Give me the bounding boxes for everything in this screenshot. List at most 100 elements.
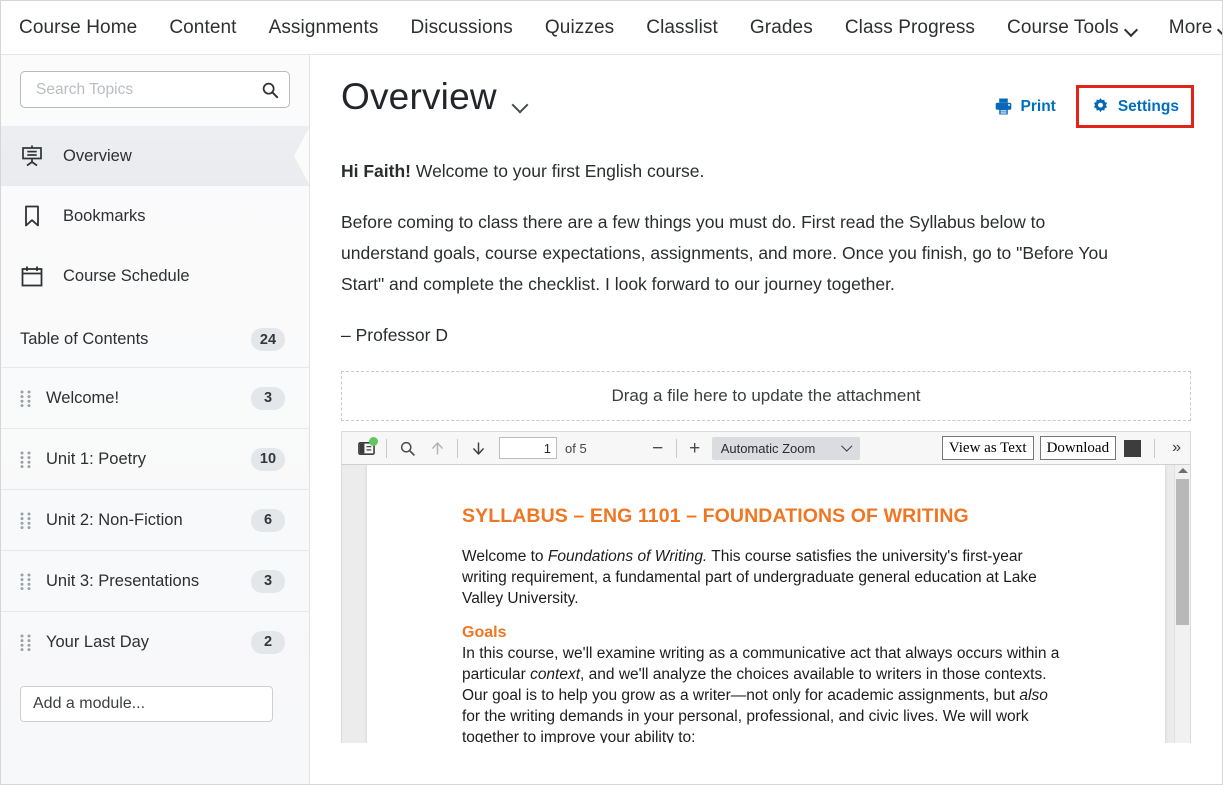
table-of-contents-header: Table of Contents 24	[1, 306, 309, 367]
printer-icon	[995, 98, 1011, 115]
overview-body: Hi Faith! Welcome to your first English …	[310, 156, 1222, 351]
pdf-page-count-label: of 5	[565, 440, 587, 456]
goals-part-3: for the writing demands in your personal…	[462, 708, 1029, 743]
module-row-your-last-day[interactable]: Your Last Day 2	[1, 611, 309, 672]
print-button[interactable]: Print	[984, 90, 1066, 123]
pdf-sidebar-toggle-button[interactable]	[351, 435, 381, 462]
drag-handle-icon[interactable]	[20, 573, 31, 590]
module-count: 3	[251, 569, 285, 593]
dropzone-label: Drag a file here to update the attachmen…	[611, 386, 921, 405]
nav-label: Assignments	[268, 16, 379, 38]
module-label: Your Last Day	[46, 632, 150, 651]
header-actions: Print Settings	[984, 77, 1194, 128]
module-count: 10	[251, 447, 285, 471]
pdf-scrollbar-thumb[interactable]	[1176, 479, 1189, 625]
drag-handle-icon[interactable]	[20, 390, 31, 407]
search-input[interactable]	[34, 79, 261, 100]
page-title-chevron-down-icon[interactable]	[514, 99, 529, 109]
pdf-presentation-mode-button[interactable]	[1124, 439, 1142, 457]
course-content-page: Course Home Content Assignments Discussi…	[0, 0, 1223, 785]
goals-emphasis-1: context	[530, 666, 581, 683]
arrow-up-icon	[431, 441, 443, 454]
sidebar-toggle-status-dot	[369, 436, 378, 446]
arrow-down-icon	[472, 442, 484, 455]
module-row-unit-2-non-fiction[interactable]: Unit 2: Non-Fiction 6	[1, 489, 309, 550]
pdf-more-tools-button[interactable]: »	[1166, 439, 1184, 457]
main-content: Overview Print Settings Hi Faith! Welcom…	[310, 55, 1222, 784]
nav-item-grades[interactable]: Grades	[734, 17, 829, 39]
pdf-zoom-select[interactable]: Automatic Zoom	[711, 436, 861, 460]
calendar-icon	[19, 263, 45, 289]
toolbar-divider	[457, 438, 458, 458]
drag-handle-icon[interactable]	[20, 451, 31, 468]
pdf-viewport[interactable]: SYLLABUS – ENG 1101 – FOUNDATIONS OF WRI…	[342, 465, 1190, 743]
course-navbar: Course Home Content Assignments Discussi…	[1, 1, 1222, 55]
nav-item-discussions[interactable]: Discussions	[394, 17, 528, 39]
search-box[interactable]	[20, 71, 290, 108]
search-topics-container	[1, 55, 309, 122]
attachment-dropzone[interactable]: Drag a file here to update the attachmen…	[341, 371, 1191, 421]
pdf-toolbar: of 5 − + Automatic Zoom View as Text Dow…	[342, 432, 1190, 465]
greeting-paragraph: Hi Faith! Welcome to your first English …	[341, 156, 1131, 187]
bookmark-icon	[19, 203, 45, 229]
pdf-page-1: SYLLABUS – ENG 1101 – FOUNDATIONS OF WRI…	[367, 465, 1165, 743]
drag-handle-icon[interactable]	[20, 634, 31, 651]
nav-label: Discussions	[410, 16, 513, 38]
sidebar-item-label: Bookmarks	[63, 206, 146, 225]
pdf-zoom-in-button[interactable]: +	[682, 436, 708, 460]
nav-label: Classlist	[646, 16, 718, 38]
pdf-next-page-button[interactable]	[463, 435, 493, 462]
pdf-zoom-select-value: Automatic Zoom	[720, 440, 816, 456]
nav-item-class-progress[interactable]: Class Progress	[829, 17, 991, 39]
course-sidebar: Overview Bookmarks	[1, 55, 310, 784]
toolbar-divider	[1154, 438, 1156, 458]
download-button[interactable]: Download	[1039, 435, 1117, 461]
syllabus-intro-paragraph: Welcome to Foundations of Writing. This …	[462, 546, 1062, 609]
chevron-down-icon	[1126, 25, 1137, 32]
pdf-page-number-input[interactable]	[499, 437, 557, 459]
overview-header: Overview Print Settings	[310, 55, 1222, 128]
pdf-viewer: of 5 − + Automatic Zoom View as Text Dow…	[341, 431, 1191, 743]
sidebar-item-course-schedule[interactable]: Course Schedule	[1, 246, 309, 306]
print-label: Print	[1020, 97, 1056, 115]
search-icon	[400, 441, 415, 456]
drag-handle-icon[interactable]	[20, 512, 31, 529]
scroll-up-arrow-icon[interactable]	[1177, 468, 1188, 473]
greeting-bold: Hi Faith!	[341, 161, 411, 181]
nav-item-more[interactable]: More	[1153, 16, 1222, 39]
view-as-text-button[interactable]: View as Text	[941, 435, 1034, 461]
module-label: Unit 2: Non-Fiction	[46, 510, 183, 529]
pdf-vertical-scrollbar[interactable]	[1174, 465, 1190, 743]
intro-emphasis: Foundations of Writing.	[547, 548, 708, 565]
nav-item-course-home[interactable]: Course Home	[19, 17, 153, 39]
add-module-input[interactable]: Add a module...	[20, 686, 273, 722]
module-count: 2	[251, 630, 285, 654]
sidebar-nav-links: Overview Bookmarks Course Schedule	[1, 122, 309, 306]
instructions-paragraph: Before coming to class there are a few t…	[341, 212, 1108, 294]
chevron-down-icon	[843, 442, 852, 451]
pdf-find-button[interactable]	[392, 435, 422, 462]
nav-item-assignments[interactable]: Assignments	[253, 17, 395, 39]
goals-heading: Goals	[462, 624, 507, 641]
module-label: Unit 3: Presentations	[46, 571, 200, 590]
module-label: Unit 1: Poetry	[46, 449, 146, 468]
module-row-welcome[interactable]: Welcome! 3	[1, 367, 309, 428]
nav-item-course-tools[interactable]: Course Tools	[991, 17, 1153, 39]
nav-item-quizzes[interactable]: Quizzes	[529, 17, 630, 39]
settings-button[interactable]: Settings	[1075, 85, 1194, 128]
nav-label: More	[1168, 16, 1213, 38]
nav-item-content[interactable]: Content	[153, 17, 252, 39]
pdf-zoom-out-button[interactable]: −	[645, 436, 671, 460]
module-list: Welcome! 3 Unit 1: Poetry 10 Unit 2: Non…	[1, 367, 309, 672]
module-row-unit-3-presentations[interactable]: Unit 3: Presentations 3	[1, 550, 309, 611]
nav-item-classlist[interactable]: Classlist	[630, 17, 734, 39]
pdf-previous-page-button[interactable]	[422, 435, 452, 462]
pdf-toolbar-right: View as Text Download »	[941, 435, 1184, 461]
sidebar-item-overview[interactable]: Overview	[1, 126, 309, 186]
toolbar-divider	[386, 438, 387, 458]
page-title: Overview	[341, 76, 497, 117]
nav-label: Course Tools	[1007, 16, 1119, 38]
module-row-unit-1-poetry[interactable]: Unit 1: Poetry 10	[1, 428, 309, 489]
greeting-rest: Welcome to your first English course.	[411, 161, 705, 181]
sidebar-item-bookmarks[interactable]: Bookmarks	[1, 186, 309, 246]
